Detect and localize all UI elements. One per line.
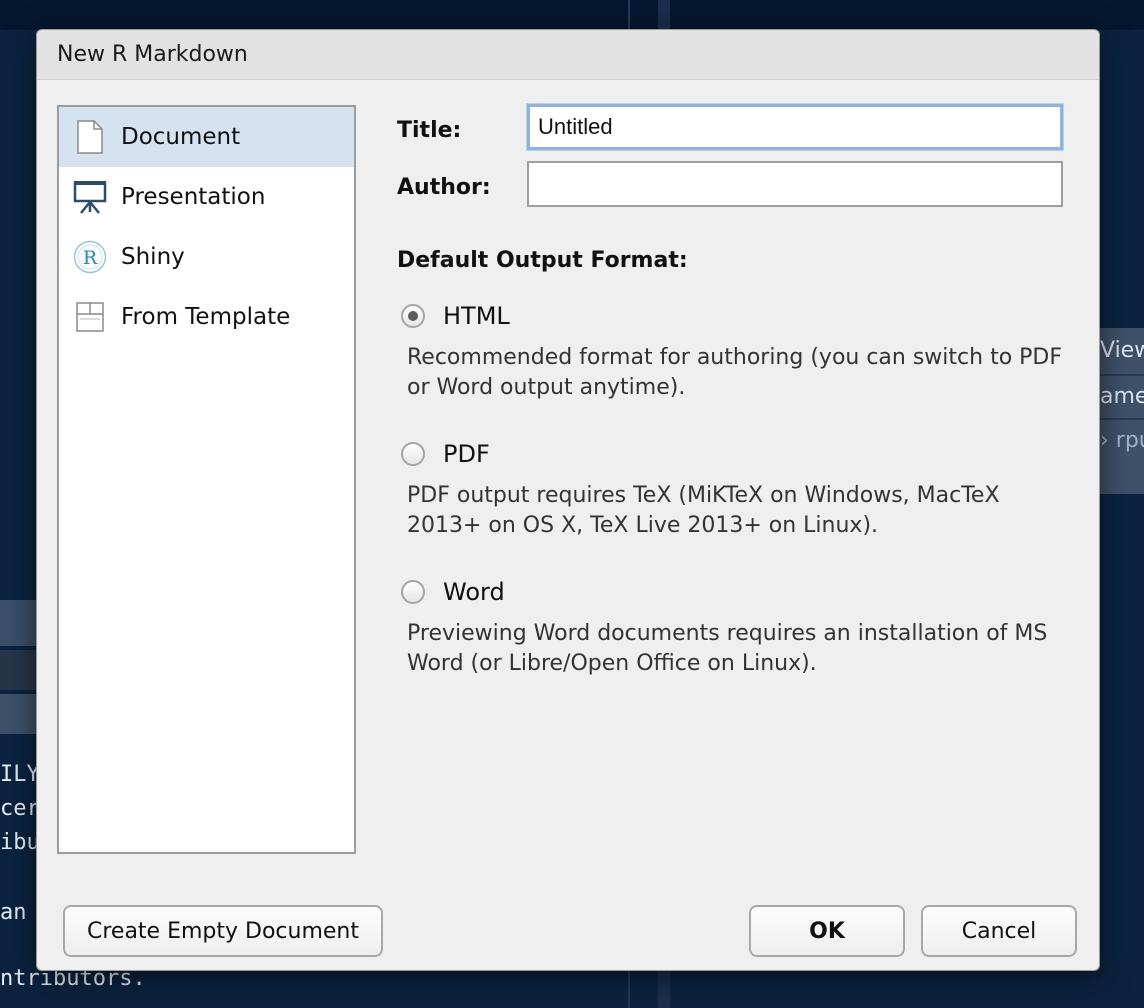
author-input[interactable] xyxy=(527,161,1063,207)
radio-pdf[interactable]: PDF xyxy=(401,440,490,468)
type-item-document[interactable]: Document xyxy=(59,107,354,167)
radio-dot xyxy=(408,311,418,321)
ide-console-toolbar xyxy=(0,694,40,734)
radio-description: PDF output requires TeX (MiKTeX on Windo… xyxy=(407,483,1000,538)
ide-top-strip xyxy=(0,0,1144,30)
ide-console-line: cert xyxy=(0,796,40,821)
type-item-label: Document xyxy=(121,124,241,150)
radio-label[interactable]: PDF xyxy=(443,440,490,468)
ide-panel-text: ame xyxy=(1100,384,1144,409)
ide-panel-separator xyxy=(1100,374,1144,376)
ide-console-line: ILY xyxy=(0,762,40,787)
cancel-button[interactable]: Cancel xyxy=(921,905,1077,957)
radio-html[interactable]: HTML xyxy=(401,302,510,330)
create-empty-document-button[interactable]: Create Empty Document xyxy=(63,905,383,957)
radio-word[interactable]: Word xyxy=(401,578,505,606)
title-input[interactable] xyxy=(527,104,1063,150)
presentation-easel-icon xyxy=(73,180,107,214)
ide-viewer-tab[interactable]: Viewe xyxy=(1100,338,1144,363)
dialog-title: New R Markdown xyxy=(57,42,248,67)
new-r-markdown-dialog: New R Markdown Document Presentation R S… xyxy=(36,29,1100,971)
ide-panel-separator xyxy=(1100,418,1144,420)
radio-label[interactable]: HTML xyxy=(443,302,510,330)
type-item-shiny[interactable]: R Shiny xyxy=(59,227,354,287)
document-type-list: Document Presentation R Shiny From Templ… xyxy=(57,105,356,854)
ide-console-line: ibut xyxy=(0,830,40,855)
type-item-from-template[interactable]: From Template xyxy=(59,287,354,347)
type-item-label: From Template xyxy=(121,304,291,330)
ide-console-toolbar xyxy=(0,650,40,690)
radio-description: Previewing Word documents requires an in… xyxy=(407,621,1048,676)
template-icon xyxy=(73,300,107,334)
type-item-label: Shiny xyxy=(121,244,185,270)
output-format-heading: Default Output Format: xyxy=(397,248,688,273)
type-item-label: Presentation xyxy=(121,184,266,210)
ok-button[interactable]: OK xyxy=(749,905,905,957)
ide-console-toolbar xyxy=(0,600,40,646)
svg-text:R: R xyxy=(83,247,98,269)
ide-panel-text: › rpu xyxy=(1100,428,1144,453)
radio-button[interactable] xyxy=(401,442,425,466)
shiny-r-logo-icon: R xyxy=(73,240,107,274)
radio-button[interactable] xyxy=(401,580,425,604)
ide-console-line: an xyxy=(0,900,27,925)
radio-description: Recommended format for authoring (you ca… xyxy=(407,345,1063,400)
document-icon xyxy=(73,120,107,154)
title-label: Title: xyxy=(397,118,462,143)
dialog-titlebar[interactable]: New R Markdown xyxy=(37,30,1099,80)
radio-button-checked[interactable] xyxy=(401,304,425,328)
radio-label[interactable]: Word xyxy=(443,578,505,606)
type-item-presentation[interactable]: Presentation xyxy=(59,167,354,227)
author-label: Author: xyxy=(397,175,491,200)
